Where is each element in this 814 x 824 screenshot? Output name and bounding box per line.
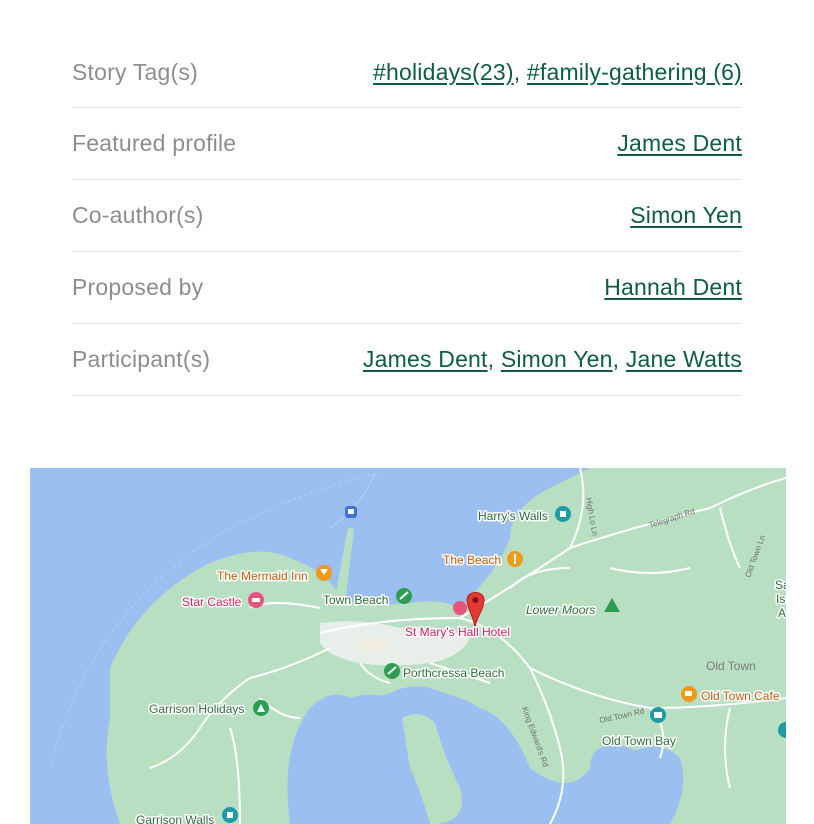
story-tags-label: Story Tag(s) <box>72 58 198 85</box>
hotel-icon-st-marys[interactable] <box>453 601 467 615</box>
detail-row-participants: Participant(s) James Dent, Simon Yen, Ja… <box>72 324 742 396</box>
place-town-beach[interactable]: Town Beach <box>322 592 390 609</box>
story-tags-links: #holidays(23), #family-gathering (6) <box>373 58 742 85</box>
proposed-by-label: Proposed by <box>72 274 204 300</box>
restaurant-icon-the-beach[interactable] <box>507 551 523 567</box>
place-st-marys-hall-hotel[interactable]: St Mary's Hall Hotel <box>404 624 512 641</box>
tag-link-family-gathering[interactable]: #family-gathering (6) <box>527 59 742 85</box>
featured-profile-links: James Dent <box>617 130 742 157</box>
place-mermaid-inn[interactable]: The Mermaid Inn <box>216 568 310 585</box>
cafe-icon-old-town-cafe[interactable] <box>681 686 697 702</box>
detail-row-story-tags: Story Tag(s) #holidays(23), #family-gath… <box>72 37 742 108</box>
place-old-town-cafe[interactable]: Old Town Cafe <box>700 688 782 705</box>
featured-profile-link[interactable]: James Dent <box>617 130 742 156</box>
place-edge-sa: Sa <box>775 578 786 592</box>
beach-icon-town-beach[interactable] <box>396 588 412 604</box>
place-garrison-walls[interactable]: Garrison Walls <box>135 812 216 824</box>
participant-link-jane[interactable]: Jane Watts <box>626 346 742 372</box>
place-old-town-bay[interactable]: Old Town Bay <box>601 733 678 750</box>
co-authors-links: Simon Yen <box>630 202 742 229</box>
detail-row-proposed-by: Proposed by Hannah Dent <box>72 252 742 324</box>
bus-stop-icon[interactable] <box>345 506 357 518</box>
bar-icon-mermaid-inn[interactable] <box>316 565 332 581</box>
place-garrison-holidays[interactable]: Garrison Holidays <box>148 701 246 718</box>
place-the-beach[interactable]: The Beach <box>442 552 503 569</box>
place-porthcressa-beach[interactable]: Porthcressa Beach <box>402 665 506 682</box>
proposed-by-links: Hannah Dent <box>604 274 742 301</box>
participants-label: Participant(s) <box>72 346 211 372</box>
town-center <box>360 638 388 652</box>
beach-icon-porthcressa[interactable] <box>384 663 400 679</box>
viewpoint-icon-harrys-walls[interactable] <box>555 506 571 522</box>
castle-icon-garrison-walls[interactable] <box>222 807 238 823</box>
co-author-link[interactable]: Simon Yen <box>630 202 742 228</box>
detail-row-co-authors: Co-author(s) Simon Yen <box>72 180 742 252</box>
camera-icon-old-town-bay[interactable] <box>650 707 666 723</box>
hotel-icon-star-castle[interactable] <box>248 592 264 608</box>
participant-link-james[interactable]: James Dent <box>363 346 488 372</box>
tag-link-holidays[interactable]: #holidays(23) <box>373 59 514 85</box>
featured-profile-label: Featured profile <box>72 130 237 156</box>
place-lower-moors[interactable]: Lower Moors <box>525 602 597 619</box>
campsite-icon-garrison-holidays[interactable] <box>253 700 269 716</box>
co-authors-label: Co-author(s) <box>72 202 204 228</box>
place-star-castle[interactable]: Star Castle <box>181 594 244 611</box>
place-old-town[interactable]: Old Town <box>706 659 756 673</box>
proposer-link[interactable]: Hannah Dent <box>604 274 742 300</box>
detail-row-featured-profile: Featured profile James Dent <box>72 108 742 180</box>
story-details-table: Story Tag(s) #holidays(23), #family-gath… <box>72 37 742 396</box>
place-harrys-walls[interactable]: Harry's Walls <box>477 508 550 525</box>
participants-links: James Dent, Simon Yen, Jane Watts <box>362 346 742 372</box>
map-canvas[interactable]: Telegraph Rd Old Town Ln King Edward's R… <box>30 468 786 824</box>
participant-link-simon[interactable]: Simon Yen <box>501 346 613 372</box>
location-map[interactable]: Telegraph Rd Old Town Ln King Edward's R… <box>30 468 786 824</box>
place-edge-a: A <box>778 606 786 620</box>
place-edge-is: Is <box>776 592 785 606</box>
